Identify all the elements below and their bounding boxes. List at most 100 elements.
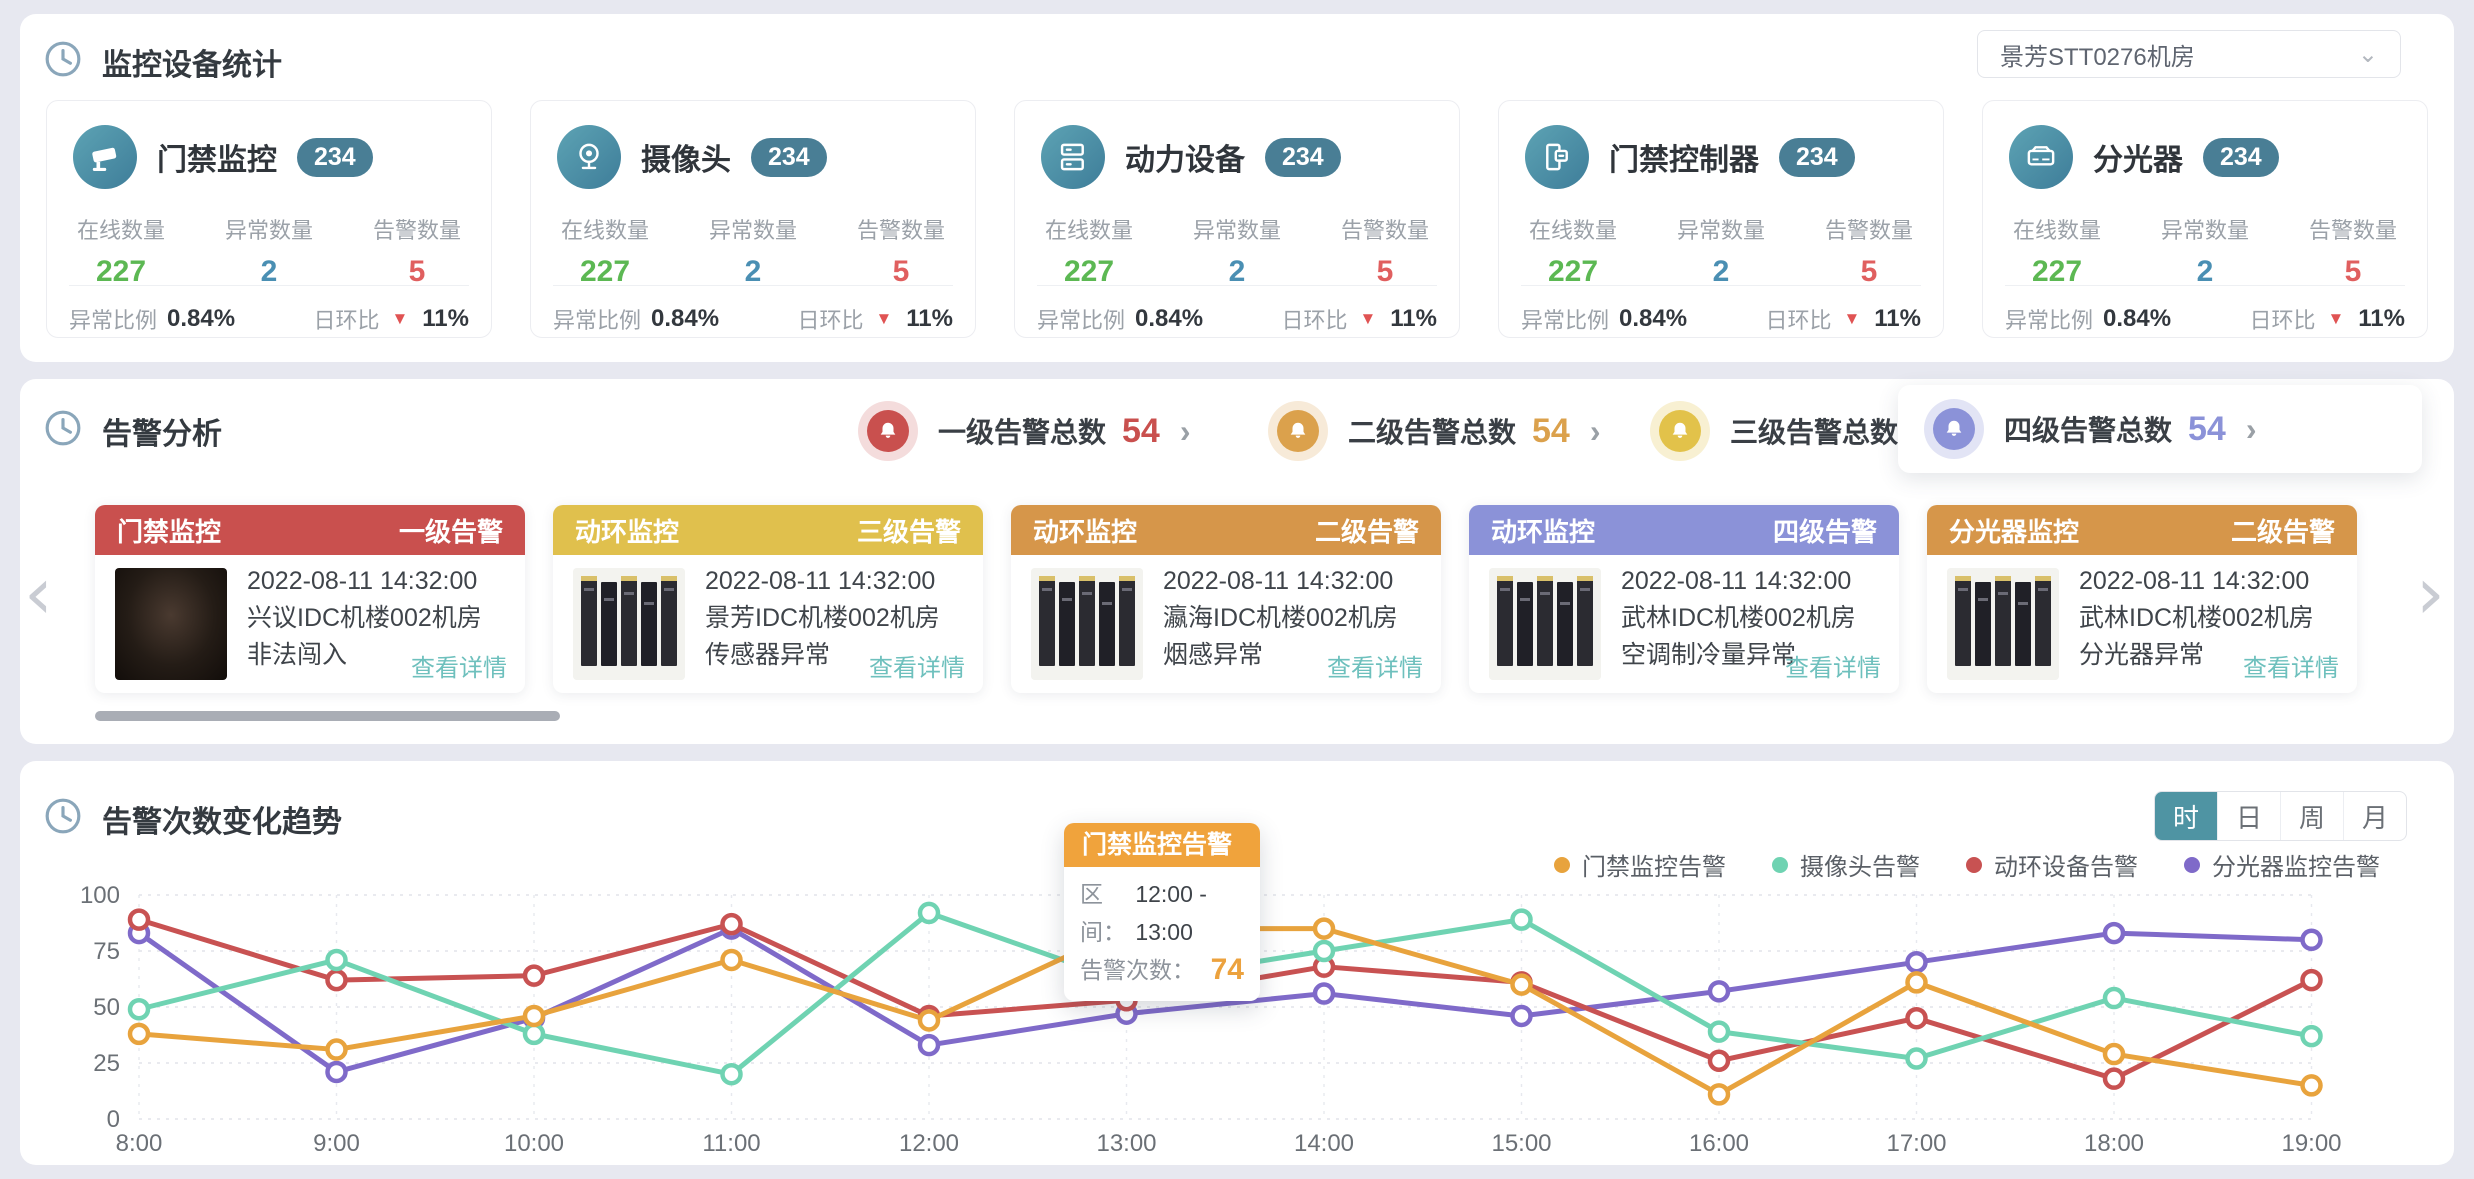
- down-arrow-icon: ▼: [875, 309, 892, 329]
- view-details-link[interactable]: 查看详情: [869, 648, 965, 683]
- stat-label-alarms: 告警数量: [343, 213, 491, 245]
- room-selector-value: 景芳STT0276机房: [2000, 37, 2195, 72]
- device-card-access-controller: 门禁控制器 234 在线数量227 异常数量2 告警数量5 异常比例 0.84%…: [1498, 100, 1944, 338]
- alarm-location: 瀛海IDC机楼002机房: [1163, 600, 1427, 637]
- stat-value-online: 227: [1499, 255, 1647, 289]
- alarm-bell-icon: [1277, 410, 1319, 452]
- legend-dot-icon: [2184, 857, 2200, 873]
- stat-label-abnormal: 异常数量: [2131, 213, 2279, 245]
- dod-value: 11%: [2358, 305, 2405, 333]
- stat-value-alarms: 5: [2279, 255, 2427, 289]
- alarm-summary-level4[interactable]: 四级告警总数 54 ›: [1898, 385, 2422, 473]
- ratio-value: 0.84%: [2103, 305, 2171, 333]
- alarm-analysis-panel: 告警分析 一级告警总数 54 › 二级告警总数 54 › 三级告警总数 54 ›…: [20, 379, 2454, 744]
- svg-text:75: 75: [93, 938, 120, 965]
- divider: [2005, 285, 2405, 286]
- stat-value-abnormal: 2: [1163, 255, 1311, 289]
- ratio-label: 异常比例: [69, 303, 157, 335]
- alarm-level-ring: [1924, 399, 1984, 459]
- tooltip-count-value: 74: [1211, 951, 1244, 989]
- device-total-badge: 234: [297, 138, 373, 177]
- divider: [69, 285, 469, 286]
- alarm-location: 兴议IDC机楼002机房: [247, 600, 511, 637]
- view-details-link[interactable]: 查看详情: [2243, 648, 2339, 683]
- stat-label-online: 在线数量: [531, 213, 679, 245]
- alarm-time: 2022-08-11 14:32:00: [247, 563, 511, 600]
- stat-value-online: 227: [1983, 255, 2131, 289]
- svg-text:9:00: 9:00: [313, 1130, 360, 1157]
- alarm-bell-icon: [1933, 408, 1975, 450]
- carousel-scrollbar-thumb[interactable]: [95, 711, 560, 721]
- clock-icon: [44, 409, 82, 447]
- device-card-title: 分光器: [2093, 135, 2183, 179]
- range-button-日[interactable]: 日: [2217, 792, 2280, 840]
- ratio-value: 0.84%: [651, 305, 719, 333]
- svg-text:14:00: 14:00: [1294, 1130, 1354, 1157]
- svg-text:25: 25: [93, 1050, 120, 1077]
- device-cards-row: 门禁监控 234 在线数量227 异常数量2 告警数量5 异常比例 0.84% …: [46, 100, 2428, 338]
- svg-text:0: 0: [107, 1106, 120, 1133]
- device-stats-panel: 监控设备统计 景芳STT0276机房 ⌄ 门禁监控 234 在线数量227 异常…: [20, 14, 2454, 362]
- device-card-title: 门禁监控: [157, 135, 277, 179]
- stat-label-abnormal: 异常数量: [679, 213, 827, 245]
- alarm-level-ring: [858, 401, 918, 461]
- alarm-location: 武林IDC机楼002机房: [1621, 600, 1885, 637]
- range-button-group: 时日周月: [2154, 791, 2407, 841]
- stat-label-alarms: 告警数量: [1311, 213, 1459, 245]
- device-card-title: 门禁控制器: [1609, 135, 1759, 179]
- stat-label-alarms: 告警数量: [827, 213, 975, 245]
- room-selector-dropdown[interactable]: 景芳STT0276机房 ⌄: [1977, 30, 2401, 78]
- stat-value-alarms: 5: [827, 255, 975, 289]
- chevron-right-icon: ›: [1590, 413, 1601, 450]
- stat-value-online: 227: [1015, 255, 1163, 289]
- svg-text:19:00: 19:00: [2281, 1130, 2341, 1157]
- alarm-card-level: 四级告警: [1773, 512, 1877, 549]
- alarm-time: 2022-08-11 14:32:00: [2079, 563, 2343, 600]
- device-total-badge: 234: [2203, 138, 2279, 177]
- ratio-value: 0.84%: [1135, 305, 1203, 333]
- device-card-access-monitoring: 门禁监控 234 在线数量227 异常数量2 告警数量5 异常比例 0.84% …: [46, 100, 492, 338]
- legend-dot-icon: [1554, 857, 1570, 873]
- tooltip-title: 门禁监控告警: [1064, 823, 1260, 867]
- alarm-card-category: 动环监控: [575, 512, 679, 549]
- chevron-right-icon: ›: [1180, 413, 1191, 450]
- stat-label-abnormal: 异常数量: [195, 213, 343, 245]
- access-controller-icon: [1525, 125, 1589, 189]
- alarm-snapshot-racks: [573, 568, 685, 680]
- stat-value-online: 227: [47, 255, 195, 289]
- range-button-月[interactable]: 月: [2343, 792, 2406, 840]
- dod-value: 11%: [1390, 305, 1437, 333]
- alarm-summary-level2[interactable]: 二级告警总数 54 ›: [1268, 401, 1601, 461]
- svg-text:50: 50: [93, 994, 120, 1021]
- dod-label: 日环比: [1765, 303, 1831, 335]
- device-total-badge: 234: [1779, 138, 1855, 177]
- chevron-down-icon: ⌄: [2358, 40, 2378, 69]
- alarm-summary-level1[interactable]: 一级告警总数 54 ›: [858, 401, 1191, 461]
- alarm-snapshot-racks: [1947, 568, 2059, 680]
- view-details-link[interactable]: 查看详情: [411, 648, 507, 683]
- svg-text:16:00: 16:00: [1689, 1130, 1749, 1157]
- carousel-next-button[interactable]: ›: [2416, 557, 2445, 629]
- legend-dot-icon: [1772, 857, 1788, 873]
- alarm-location: 武林IDC机楼002机房: [2079, 600, 2343, 637]
- alarm-card: 动环监控 三级告警 2022-08-11 14:32:00 景芳IDC机楼002…: [553, 505, 983, 693]
- alarm-summary-value: 54: [1122, 412, 1160, 451]
- range-button-周[interactable]: 周: [2280, 792, 2343, 840]
- device-card-cameras: 摄像头 234 在线数量227 异常数量2 告警数量5 异常比例 0.84% 日…: [530, 100, 976, 338]
- legend-dot-icon: [1966, 857, 1982, 873]
- range-button-时[interactable]: 时: [2155, 792, 2217, 840]
- alarm-time: 2022-08-11 14:32:00: [1163, 563, 1427, 600]
- carousel-prev-button[interactable]: ‹: [24, 557, 53, 629]
- alarm-bell-icon: [1659, 410, 1701, 452]
- stat-label-alarms: 告警数量: [1795, 213, 1943, 245]
- view-details-link[interactable]: 查看详情: [1785, 648, 1881, 683]
- alarm-card-category: 分光器监控: [1949, 512, 2079, 549]
- device-card-title: 动力设备: [1125, 135, 1245, 179]
- stat-value-alarms: 5: [343, 255, 491, 289]
- alarm-summary-label: 四级告警总数: [2004, 409, 2172, 449]
- dod-label: 日环比: [2249, 303, 2315, 335]
- device-total-badge: 234: [751, 138, 827, 177]
- alarm-snapshot-person: [115, 568, 227, 680]
- view-details-link[interactable]: 查看详情: [1327, 648, 1423, 683]
- divider: [1521, 285, 1921, 286]
